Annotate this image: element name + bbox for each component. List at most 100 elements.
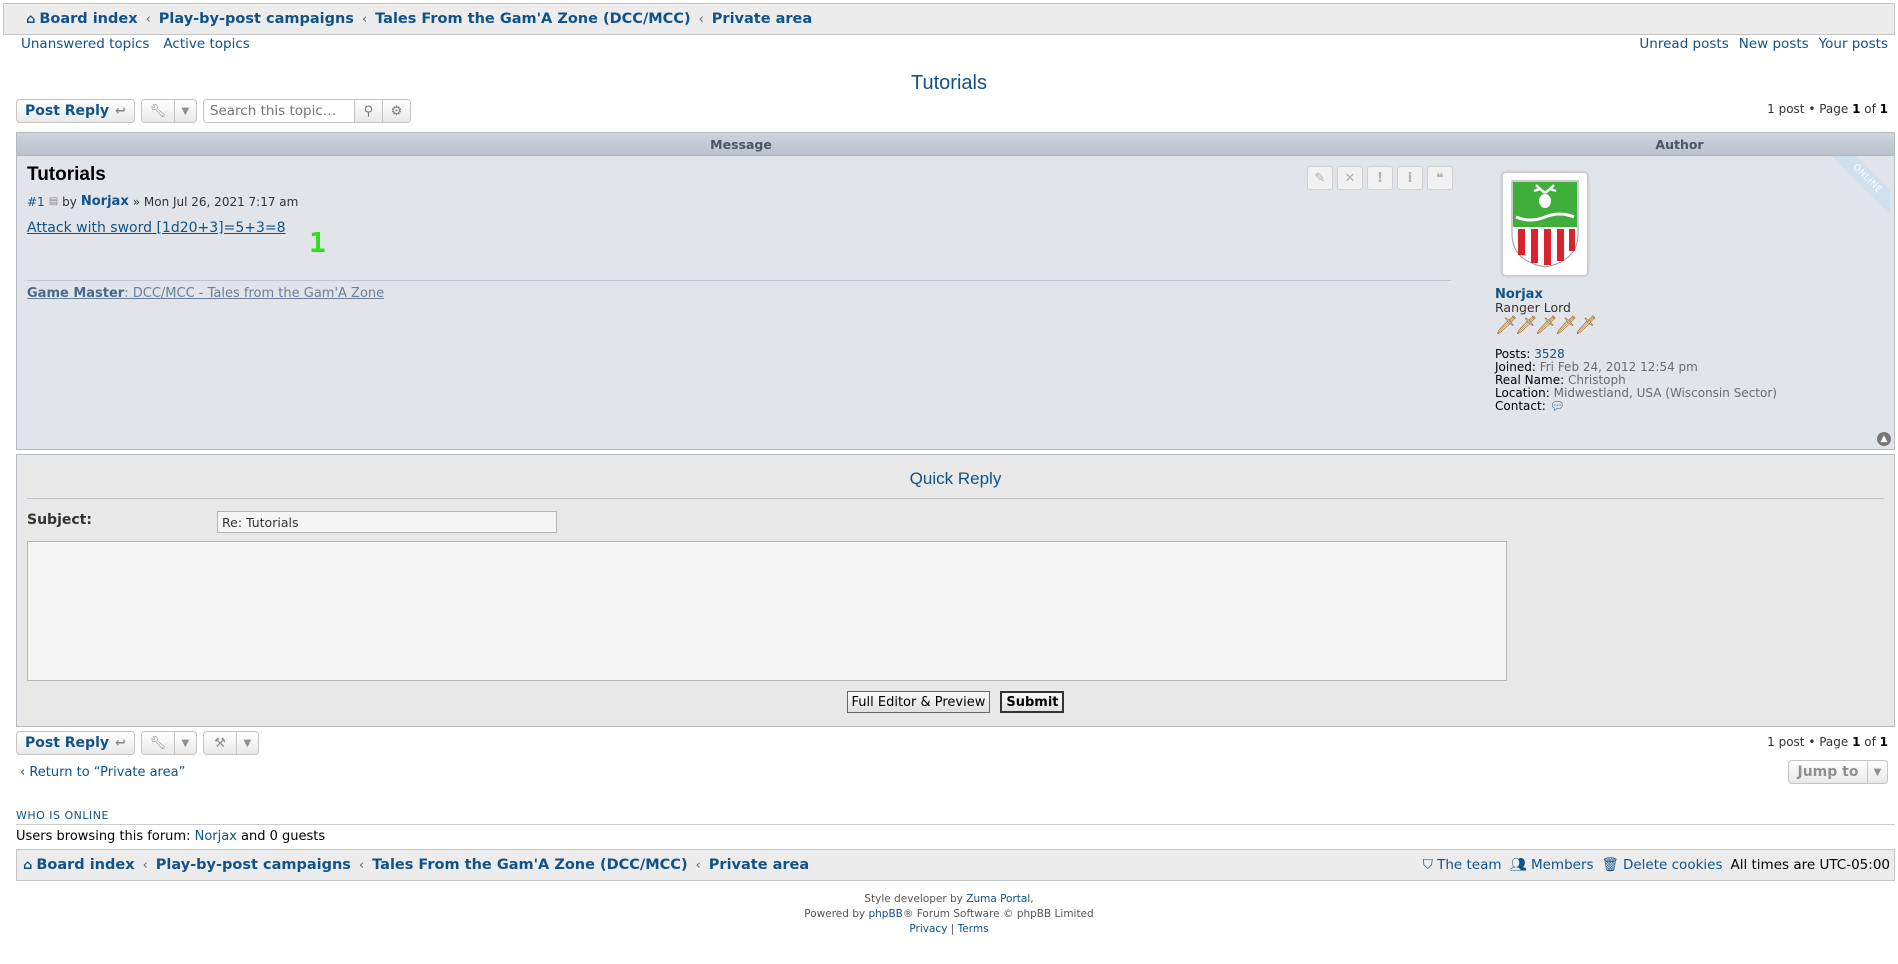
posts-count[interactable]: 3528	[1534, 347, 1565, 361]
who-is-online-title[interactable]: WHO IS ONLINE	[16, 809, 109, 822]
reply-icon: ↩	[115, 103, 126, 119]
contact-label: Contact:	[1495, 399, 1546, 413]
post-reply-button-bottom[interactable]: Post Reply ↩	[16, 731, 135, 755]
members-link[interactable]: 👥︎ Members	[1510, 857, 1594, 873]
style-developer-line: Style developer by Zuma Portal,	[0, 892, 1898, 907]
breadcrumb-tales[interactable]: Tales From the Gam'A Zone (DCC/MCC)	[375, 11, 690, 27]
trash-icon: 🗑︎	[1601, 857, 1623, 873]
sword-icon: 🗡︎	[1495, 315, 1518, 336]
online-badge: ONLINE	[1830, 156, 1890, 216]
chevron-left-icon: ‹	[20, 765, 30, 780]
chevron-left-icon: ‹	[145, 11, 151, 27]
delete-icon[interactable]: ✕	[1337, 166, 1363, 190]
users-icon: 👥︎	[1509, 857, 1531, 873]
realname-value: Christoph	[1567, 373, 1626, 387]
gear-icon[interactable]: ⚙	[381, 100, 410, 122]
pagination-of: of	[1860, 102, 1880, 116]
caret-down-icon: ▼	[236, 731, 259, 755]
signature-text: : DCC/MCC - Tales from the Gam'A Zone	[124, 286, 385, 301]
powered-prefix: Powered by	[804, 908, 869, 920]
chat-bubble-icon[interactable]: 💬︎	[1550, 399, 1565, 413]
style-dev-prefix: Style developer by	[864, 893, 967, 905]
avatar[interactable]	[1502, 172, 1588, 276]
search-input[interactable]	[203, 100, 354, 122]
breadcrumb-play-by-post[interactable]: Play-by-post campaigns	[156, 857, 351, 873]
terms-link[interactable]: Terms	[958, 923, 989, 935]
online-ribbon-wrap: ONLINE	[1830, 156, 1890, 216]
message-textarea[interactable]	[27, 541, 1507, 681]
home-icon: ⌂	[23, 857, 33, 873]
copyright: Style developer by Zuma Portal, Powered …	[0, 892, 1898, 937]
unread-posts-link[interactable]: Unread posts	[1639, 36, 1728, 52]
sword-icon: 🗡︎	[1534, 315, 1558, 336]
pagination-count: 1 post • Page	[1767, 102, 1853, 116]
full-editor-button[interactable]: Full Editor & Preview	[846, 691, 991, 713]
phpbb-link[interactable]: phpBB	[868, 908, 902, 920]
new-posts-link[interactable]: New posts	[1739, 36, 1809, 52]
gavel-icon: ⚒	[202, 731, 237, 755]
quicklinks-left: Unanswered topics Active topics	[21, 36, 250, 52]
post-author[interactable]: Norjax	[81, 194, 129, 209]
topic-title[interactable]: Tutorials	[0, 72, 1898, 95]
post-content: Attack with sword [1d20+3]=5+3=8	[27, 220, 286, 236]
footer-breadcrumb-bar: ⌂ Board index ‹ Play-by-post campaigns ‹…	[16, 849, 1895, 881]
author-profile: ONLINE Norjax Ranger Lord 🗡︎ 🗡︎ 🗡︎ 🗡︎ 🗡︎…	[1490, 156, 1890, 450]
post-reply-button[interactable]: Post Reply ↩	[16, 99, 135, 123]
breadcrumb-home[interactable]: ⌂ Board index	[26, 11, 138, 27]
style-dev-suffix: ,	[1030, 893, 1034, 905]
online-user[interactable]: Norjax	[195, 829, 237, 844]
active-topics-link[interactable]: Active topics	[163, 36, 249, 52]
search-icon[interactable]: ⚲	[353, 100, 382, 122]
table-header: Message Author	[16, 132, 1895, 156]
subject-input[interactable]	[217, 511, 557, 533]
breadcrumb-board-index[interactable]: Board index	[36, 857, 134, 873]
topic-tools-dropdown-bottom[interactable]: 🔧︎ ▼	[140, 731, 197, 755]
pagination-bottom: 1 post • Page 1 of 1	[1767, 735, 1888, 749]
back-to-top-icon[interactable]: ▲	[1877, 432, 1891, 446]
zuma-portal-link[interactable]: Zuma Portal	[966, 893, 1030, 905]
breadcrumb-home[interactable]: ⌂ Board index	[23, 857, 135, 873]
breadcrumb-tales[interactable]: Tales From the Gam'A Zone (DCC/MCC)	[372, 857, 687, 873]
breadcrumb-private-area[interactable]: Private area	[709, 857, 809, 873]
report-icon[interactable]: !	[1367, 166, 1393, 190]
edit-icon[interactable]: ✎	[1307, 166, 1333, 190]
unanswered-topics-link[interactable]: Unanswered topics	[21, 36, 149, 52]
post-title[interactable]: Tutorials	[27, 164, 106, 186]
submit-button[interactable]: Submit	[1000, 691, 1065, 713]
return-link[interactable]: ‹ Return to “Private area”	[20, 765, 185, 780]
delete-cookies-link[interactable]: 🗑︎ Delete cookies	[1602, 857, 1723, 873]
chevron-left-icon: ‹	[698, 11, 704, 27]
chevron-left-icon: ‹	[358, 857, 365, 873]
privacy-terms-line: Privacy | Terms	[0, 922, 1898, 937]
pagination-of: of	[1860, 735, 1880, 749]
realname-label: Real Name:	[1495, 373, 1565, 387]
privacy-link[interactable]: Privacy	[909, 923, 947, 935]
author-rank: Ranger Lord	[1495, 300, 1571, 315]
shield-icon: ⛉	[1422, 857, 1438, 873]
post-number[interactable]: #1	[27, 195, 45, 209]
breadcrumb-play-by-post[interactable]: Play-by-post campaigns	[159, 11, 354, 27]
signature-divider	[27, 280, 1451, 281]
wrench-icon: 🔧︎	[140, 731, 175, 755]
post-reply-label: Post Reply	[25, 735, 109, 751]
your-posts-link[interactable]: Your posts	[1819, 36, 1888, 52]
caret-down-icon: ▼	[174, 99, 197, 123]
jump-to-dropdown[interactable]: Jump to ▼	[1788, 760, 1888, 784]
location-label: Location:	[1495, 386, 1550, 400]
quote-icon[interactable]: ❝	[1427, 166, 1453, 190]
reply-icon: ↩	[115, 735, 126, 751]
wrench-icon: 🔧︎	[140, 99, 175, 123]
moderator-tools-dropdown[interactable]: ⚒ ▼	[202, 731, 259, 755]
breadcrumb-private-area[interactable]: Private area	[712, 11, 812, 27]
quick-reply-panel: Quick Reply Subject: Full Editor & Previ…	[16, 454, 1895, 727]
breadcrumb-board-index[interactable]: Board index	[39, 11, 137, 27]
info-icon[interactable]: i	[1397, 166, 1423, 190]
caret-down-icon: ▼	[1868, 760, 1888, 784]
pagination-count: 1 post • Page	[1767, 735, 1853, 749]
wio-text-before: Users browsing this forum:	[16, 829, 195, 844]
post-meta: #1 ▤ by Norjax » Mon Jul 26, 2021 7:17 a…	[27, 194, 298, 209]
column-author: Author	[1655, 136, 1704, 152]
signature[interactable]: Game Master: DCC/MCC - Tales from the Ga…	[27, 286, 384, 301]
topic-tools-dropdown[interactable]: 🔧︎ ▼	[140, 99, 197, 123]
the-team-link[interactable]: ⛉ The team	[1423, 857, 1502, 873]
